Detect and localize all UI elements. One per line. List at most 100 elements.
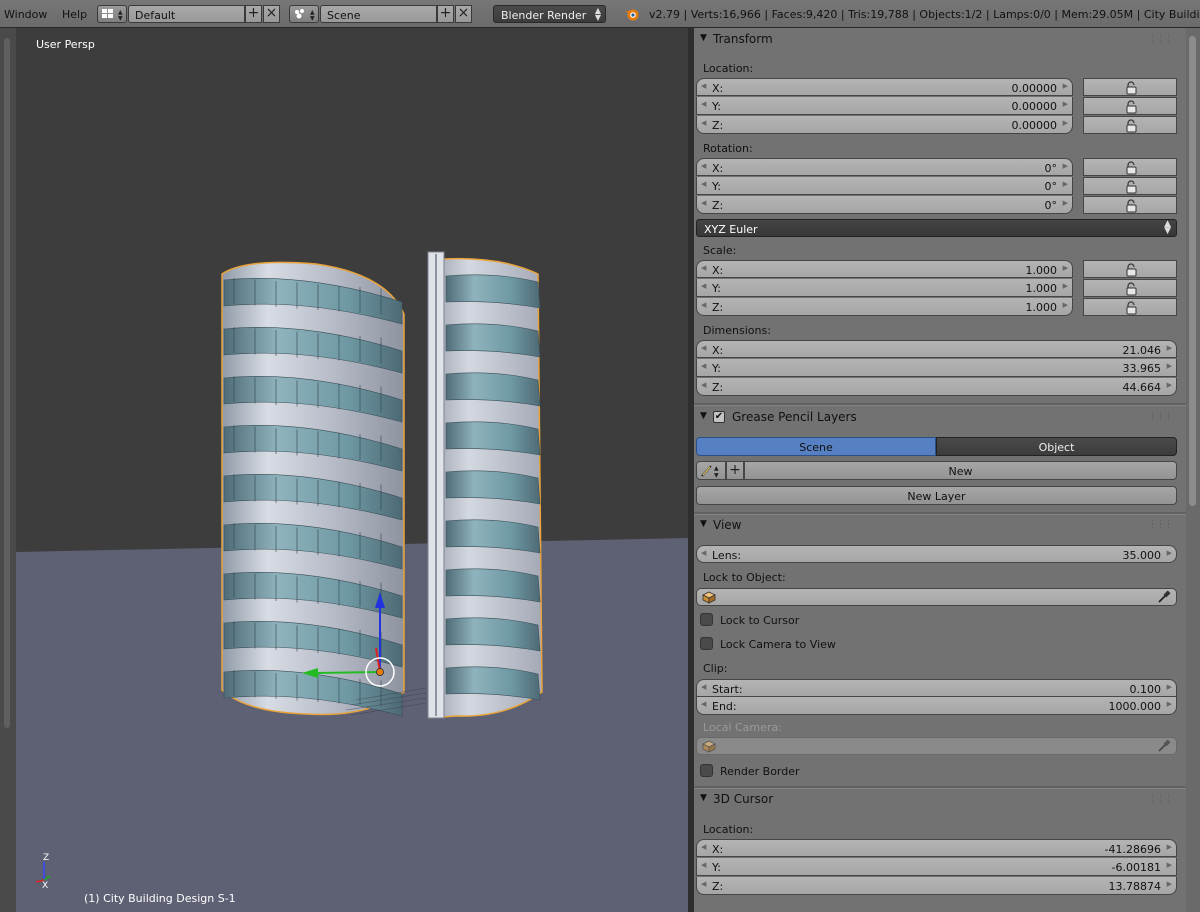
drag-handle-icon[interactable]: ⋮⋮⋮ [1148, 412, 1173, 422]
decrement-arrow-icon[interactable]: ◀ [701, 700, 706, 708]
lock-to-cursor-checkbox[interactable] [700, 613, 713, 626]
dimensions-x-field[interactable]: ◀ X: 21.046 ▶ [696, 340, 1177, 358]
toolshelf-edge[interactable] [0, 28, 16, 912]
menu-help[interactable]: Help [62, 8, 87, 21]
rotation-x-field[interactable]: ◀ X: 0° ▶ [696, 158, 1073, 176]
clip-end-field[interactable]: ◀ End: 1000.000 ▶ [696, 697, 1177, 715]
scene-icon[interactable]: ▲ ▼ [289, 5, 319, 23]
decrement-arrow-icon[interactable]: ◀ [701, 683, 706, 691]
increment-arrow-icon[interactable]: ▶ [1063, 282, 1068, 290]
increment-arrow-icon[interactable]: ▶ [1167, 362, 1172, 370]
3d-cursor-panel-header[interactable]: ▼ 3D Cursor ⋮⋮⋮ [694, 790, 1186, 810]
rotation-y-field[interactable]: ◀ Y: 0° ▶ [696, 177, 1073, 195]
add-gp-data-icon[interactable]: + [726, 461, 744, 480]
increment-arrow-icon[interactable]: ▶ [1167, 843, 1172, 851]
lock-object-field[interactable] [696, 588, 1177, 606]
decrement-arrow-icon[interactable]: ◀ [701, 843, 706, 851]
tab-scene[interactable]: Scene [696, 437, 936, 456]
dimensions-y-field[interactable]: ◀ Y: 33.965 ▶ [696, 359, 1177, 377]
increment-arrow-icon[interactable]: ▶ [1167, 880, 1172, 888]
decrement-arrow-icon[interactable]: ◀ [701, 301, 706, 309]
location-x-lock-button[interactable] [1083, 78, 1177, 96]
location-y-field[interactable]: ◀ Y: 0.00000 ▶ [696, 97, 1073, 115]
decrement-arrow-icon[interactable]: ◀ [701, 549, 706, 557]
screen-layout-icon[interactable]: ▲ ▼ [97, 5, 127, 23]
scene-field[interactable]: Scene [320, 5, 437, 23]
screen-layout-field[interactable]: Default [128, 5, 245, 23]
tab-object[interactable]: Object [936, 437, 1177, 456]
render-border-checkbox[interactable] [700, 764, 713, 777]
lock-camera-to-view-checkbox[interactable] [700, 637, 713, 650]
delete-layout-icon[interactable]: × [263, 5, 280, 23]
scale-z-lock-button[interactable] [1083, 298, 1177, 316]
grease-pencil-brush-icon[interactable]: ▲ ▼ [696, 461, 726, 480]
add-scene-icon[interactable]: + [437, 5, 454, 23]
render-engine-select[interactable]: Blender Render ▲ ▼ [493, 5, 606, 23]
increment-arrow-icon[interactable]: ▶ [1167, 549, 1172, 557]
lock-icon [1126, 263, 1137, 277]
decrement-arrow-icon[interactable]: ◀ [701, 282, 706, 290]
increment-arrow-icon[interactable]: ▶ [1063, 119, 1068, 127]
scale-x-field[interactable]: ◀ X: 1.000 ▶ [696, 260, 1073, 278]
location-x-field[interactable]: ◀ X: 0.00000 ▶ [696, 78, 1073, 96]
increment-arrow-icon[interactable]: ▶ [1063, 162, 1068, 170]
increment-arrow-icon[interactable]: ▶ [1167, 344, 1172, 352]
rotation-z-field[interactable]: ◀ Z: 0° ▶ [696, 196, 1073, 214]
increment-arrow-icon[interactable]: ▶ [1167, 700, 1172, 708]
increment-arrow-icon[interactable]: ▶ [1167, 861, 1172, 869]
add-layout-icon[interactable]: + [245, 5, 262, 23]
delete-scene-icon[interactable]: × [455, 5, 472, 23]
decrement-arrow-icon[interactable]: ◀ [701, 381, 706, 389]
increment-arrow-icon[interactable]: ▶ [1063, 199, 1068, 207]
decrement-arrow-icon[interactable]: ◀ [701, 264, 706, 272]
cursor-location-z-field[interactable]: ◀ Z: 13.78874 ▶ [696, 877, 1177, 895]
decrement-arrow-icon[interactable]: ◀ [701, 100, 706, 108]
scale-z-field[interactable]: ◀ Z: 1.000 ▶ [696, 298, 1073, 316]
scrollbar-thumb[interactable] [1189, 36, 1196, 506]
increment-arrow-icon[interactable]: ▶ [1063, 100, 1068, 108]
view-panel-header[interactable]: ▼ View ⋮⋮⋮ [694, 516, 1186, 536]
drag-handle-icon[interactable]: ⋮⋮⋮ [1148, 794, 1173, 804]
clip-start-field[interactable]: ◀ Start: 0.100 ▶ [696, 679, 1177, 697]
scale-y-field[interactable]: ◀ Y: 1.000 ▶ [696, 279, 1073, 297]
increment-arrow-icon[interactable]: ▶ [1063, 180, 1068, 188]
dimensions-z-field[interactable]: ◀ Z: 44.664 ▶ [696, 378, 1177, 396]
decrement-arrow-icon[interactable]: ◀ [701, 199, 706, 207]
location-y-lock-button[interactable] [1083, 97, 1177, 115]
grease-pencil-enable-checkbox[interactable]: ✔ [713, 411, 725, 423]
new-layer-button[interactable]: New Layer [696, 486, 1177, 505]
decrement-arrow-icon[interactable]: ◀ [701, 162, 706, 170]
decrement-arrow-icon[interactable]: ◀ [701, 119, 706, 127]
decrement-arrow-icon[interactable]: ◀ [701, 180, 706, 188]
properties-scrollbar[interactable] [1186, 28, 1200, 912]
cursor-location-x-field[interactable]: ◀ X: -41.28696 ▶ [696, 839, 1177, 857]
location-z-field[interactable]: ◀ Z: 0.00000 ▶ [696, 116, 1073, 134]
decrement-arrow-icon[interactable]: ◀ [701, 82, 706, 90]
increment-arrow-icon[interactable]: ▶ [1167, 683, 1172, 691]
decrement-arrow-icon[interactable]: ◀ [701, 880, 706, 888]
increment-arrow-icon[interactable]: ▶ [1063, 301, 1068, 309]
rotation-y-lock-button[interactable] [1083, 177, 1177, 195]
rotation-x-lock-button[interactable] [1083, 158, 1177, 176]
drag-handle-icon[interactable]: ⋮⋮⋮ [1148, 34, 1173, 44]
cursor-location-y-field[interactable]: ◀ Y: -6.00181 ▶ [696, 858, 1177, 876]
increment-arrow-icon[interactable]: ▶ [1063, 82, 1068, 90]
menu-window[interactable]: Window [4, 8, 47, 21]
scale-x-lock-button[interactable] [1083, 260, 1177, 278]
grease-pencil-panel-header[interactable]: ▼ ✔ Grease Pencil Layers ⋮⋮⋮ [694, 408, 1186, 428]
decrement-arrow-icon[interactable]: ◀ [701, 861, 706, 869]
3d-viewport[interactable]: Z X User Persp (1) City Building Design … [16, 28, 688, 912]
location-z-lock-button[interactable] [1083, 116, 1177, 134]
eyedropper-icon[interactable] [1157, 590, 1171, 604]
rotation-mode-select[interactable]: XYZ Euler ▲ ▼ [696, 219, 1177, 237]
lens-field[interactable]: ◀ Lens: 35.000 ▶ [696, 545, 1177, 563]
increment-arrow-icon[interactable]: ▶ [1167, 381, 1172, 389]
transform-panel-header[interactable]: ▼ Transform ⋮⋮⋮ [694, 30, 1186, 50]
rotation-z-lock-button[interactable] [1083, 196, 1177, 214]
decrement-arrow-icon[interactable]: ◀ [701, 344, 706, 352]
scale-y-lock-button[interactable] [1083, 279, 1177, 297]
increment-arrow-icon[interactable]: ▶ [1063, 264, 1068, 272]
decrement-arrow-icon[interactable]: ◀ [701, 362, 706, 370]
new-gp-button[interactable]: New [744, 461, 1177, 480]
drag-handle-icon[interactable]: ⋮⋮⋮ [1148, 520, 1173, 530]
